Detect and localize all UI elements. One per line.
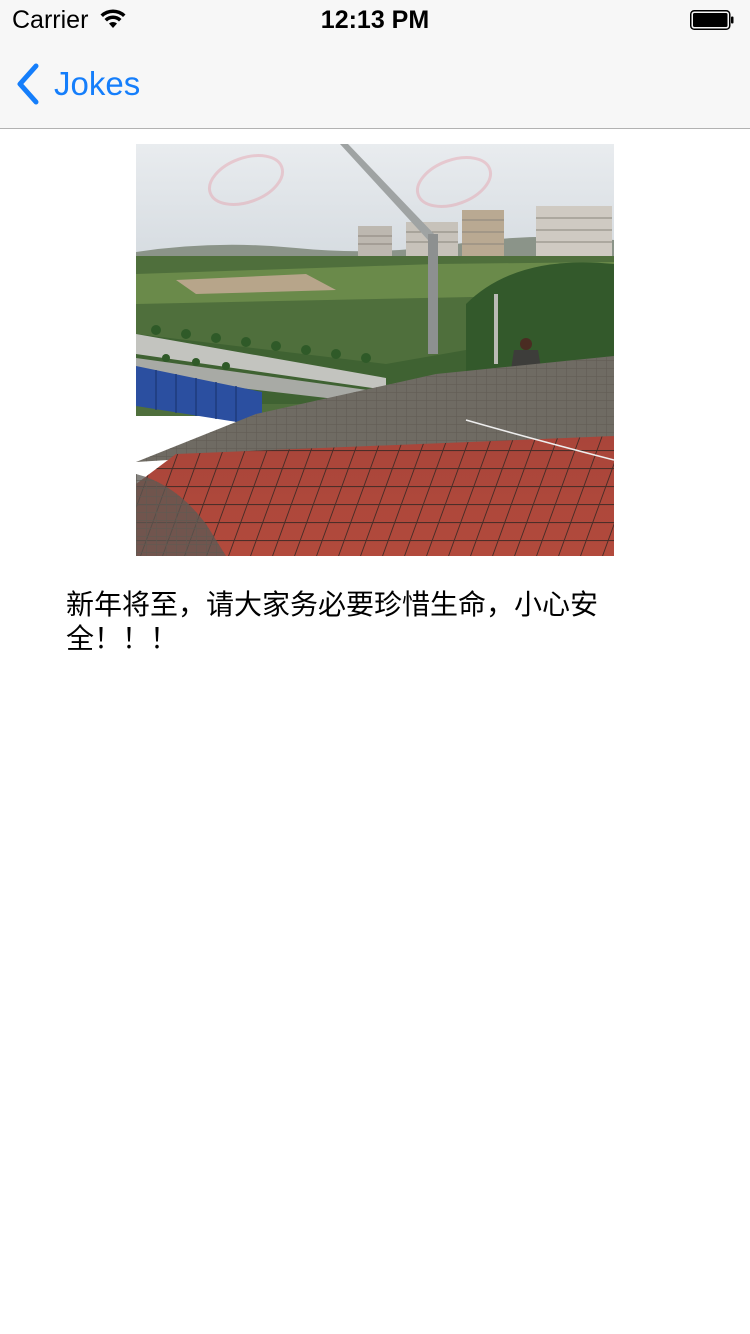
- battery-icon: [690, 10, 734, 30]
- status-bar: Carrier 12:13 PM: [0, 0, 750, 40]
- status-time: 12:13 PM: [320, 6, 430, 34]
- joke-image: [136, 144, 614, 556]
- back-button[interactable]: Jokes: [14, 62, 140, 106]
- chevron-left-icon: [17, 63, 39, 105]
- navigation-bar: Jokes: [0, 40, 750, 129]
- back-button-label: Jokes: [54, 65, 141, 102]
- joke-text: 新年将至，请大家务必要珍惜生命，小心安全！！！: [66, 588, 599, 655]
